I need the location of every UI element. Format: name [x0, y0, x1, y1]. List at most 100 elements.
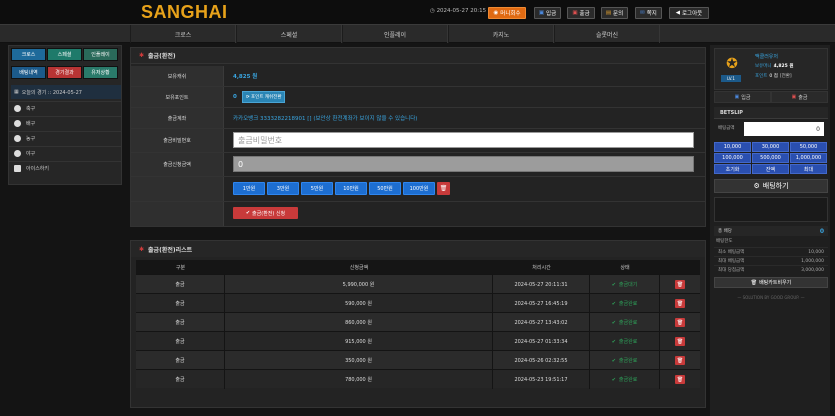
amount-1m-button[interactable]: 100만원 [403, 182, 435, 195]
row-status: ✔ 출금완료 [590, 370, 660, 389]
submit-label [131, 202, 224, 226]
delete-row-button[interactable]: 🗑 [675, 375, 685, 384]
row-amount: 915,000 원 [225, 332, 493, 351]
sport-baseball[interactable]: 야구 [9, 146, 121, 160]
chat-icon: ▤ [605, 10, 612, 16]
star-icon: ✱ [139, 52, 145, 59]
wallet-icon: ▣ [734, 94, 740, 100]
server-clock: ◷ 2024-05-27 20:15 [430, 8, 486, 14]
withdraw-panel-header: ✱ 출금(환전) [131, 48, 705, 64]
tab-inplay[interactable]: 인플레이 [83, 48, 118, 61]
calendar-icon: ▦ [14, 89, 19, 95]
money-recall-button[interactable]: ◉ 머니회수 [488, 7, 526, 19]
row-status: ✔ 출금완료 [590, 351, 660, 370]
bet-button[interactable]: ⚙ 배팅하기 [714, 179, 828, 193]
delete-row-button[interactable]: 🗑 [675, 356, 685, 365]
withdraw-amount-input[interactable]: 0 [233, 156, 694, 172]
quick-500k-button[interactable]: 500,000 [752, 153, 789, 163]
quick-30k-button[interactable]: 30,000 [752, 142, 789, 152]
check-icon: ✔ [611, 376, 616, 383]
withdraw-list-panel: ✱ 출금(환전)리스트 구분 신청금액 처리시간 상태 출금 5,990,000 … [130, 240, 706, 408]
user-name: 맥클러유저 [755, 54, 779, 60]
tab-bet-history[interactable]: 배팅내역 [11, 66, 46, 79]
delete-row-button[interactable]: 🗑 [675, 299, 685, 308]
sidebar-deposit-button[interactable]: ▣ 입금 [714, 91, 771, 103]
nav-cross[interactable]: 크로스 [130, 25, 236, 43]
points-convert-button[interactable]: ⟳ 포인트 캐쉬전환 [241, 91, 286, 103]
inquiry-button[interactable]: ▤ 문의 [601, 7, 628, 19]
withdraw-button[interactable]: ▣ 출금 [567, 7, 595, 19]
tab-user-status[interactable]: 유저상황 [83, 66, 118, 79]
amount-10k-button[interactable]: 1만원 [233, 182, 265, 195]
hockey-icon [14, 165, 21, 172]
deposit-button[interactable]: ▣ 입금 [534, 7, 561, 19]
row-action: 🗑 [660, 370, 700, 389]
nav-casino[interactable]: 카지노 [448, 25, 554, 43]
table-row: 출금 350,000 원 2024-05-26 02:32:55 ✔ 출금완료 🗑 [136, 350, 700, 370]
row-type: 출금 [136, 351, 225, 370]
points-label: 보유포인트 [131, 87, 224, 107]
withdraw-list-header: ✱ 출금(환전)리스트 [131, 241, 705, 257]
amount-50k-button[interactable]: 5만원 [301, 182, 333, 195]
row-amount: 780,000 원 [225, 370, 493, 389]
tab-cross[interactable]: 크로스 [11, 48, 46, 61]
bet-cart [714, 197, 828, 222]
row-action: 🗑 [660, 313, 700, 332]
tab-results[interactable]: 경기결과 [47, 66, 82, 79]
row-action: 🗑 [660, 275, 700, 294]
reset-amount-button[interactable]: 🗑 [437, 182, 450, 195]
point-convert-link[interactable]: [전환] [780, 73, 792, 79]
quick-balance-button[interactable]: 잔액 [752, 164, 789, 174]
amount-500k-button[interactable]: 50만원 [369, 182, 401, 195]
quick-10k-button[interactable]: 10,000 [714, 142, 751, 152]
sport-soccer[interactable]: 축구 [9, 101, 121, 115]
delete-row-button[interactable]: 🗑 [675, 337, 685, 346]
amount-30k-button[interactable]: 3만원 [267, 182, 299, 195]
sidebar-withdraw-button[interactable]: ▣ 출금 [771, 91, 828, 103]
volleyball-icon [14, 120, 21, 127]
withdraw-panel-title: 출금(환전) [148, 53, 176, 60]
clear-cart-button[interactable]: 🗑 배팅카트비우기 [714, 277, 828, 288]
sport-icehockey[interactable]: 아이스하키 [9, 161, 121, 175]
basketball-icon [14, 135, 21, 142]
row-action: 🗑 [660, 294, 700, 313]
tab-special[interactable]: 스페셜 [47, 48, 82, 61]
quick-100k-button[interactable]: 100,000 [714, 153, 751, 163]
sport-basketball[interactable]: 농구 [9, 131, 121, 145]
baseball-icon [14, 150, 21, 157]
quick-50k-button[interactable]: 50,000 [790, 142, 827, 152]
quick-1m-button[interactable]: 1,000,000 [790, 153, 827, 163]
wallet-icon: ▣ [538, 10, 545, 16]
betslip-title: BETSLIP [714, 107, 828, 119]
gears-icon: ⚙ [753, 182, 760, 190]
balance-row: 보유캐쉬 4,825 원 [131, 66, 705, 87]
message-button[interactable]: ✉ 쪽지 [635, 7, 662, 19]
check-icon: ✔ [245, 210, 251, 216]
withdraw-submit-button[interactable]: ✔ 출금(환전) 신청 [233, 207, 298, 219]
amount-label: 출금신청금액 [131, 153, 224, 176]
quick-bet-grid: 10,000 30,000 50,000 100,000 500,000 1,000,00… [714, 142, 828, 176]
amount-100k-button[interactable]: 10만원 [335, 182, 367, 195]
quick-reset-button[interactable]: 초기화 [714, 164, 751, 174]
password-row: 출금비밀번호 출금비밀번호 [131, 129, 705, 153]
table-row: 출금 590,000 원 2024-05-27 16:45:19 ✔ 출금완료 🗑 [136, 293, 700, 313]
nav-special[interactable]: 스페셜 [236, 25, 342, 43]
col-type: 구분 [175, 264, 186, 271]
logout-button[interactable]: ◀ 로그아웃 [669, 7, 709, 19]
withdraw-password-input[interactable]: 출금비밀번호 [233, 132, 694, 148]
bet-limit-label: 배팅한도 [716, 239, 733, 244]
points-row: 보유포인트 0 ⟳ 포인트 캐쉬전환 [131, 87, 705, 108]
delete-row-button[interactable]: 🗑 [675, 318, 685, 327]
nav-inplay[interactable]: 인플레이 [342, 25, 448, 43]
row-action: 🗑 [660, 351, 700, 370]
today-games[interactable]: ▦ 오늘의 경기 :: 2024-05-27 [11, 85, 121, 99]
delete-row-button[interactable]: 🗑 [675, 280, 685, 289]
user-cash: 보유머니 4,825 원 [755, 64, 794, 69]
table-row: 출금 915,000 원 2024-05-27 01:33:34 ✔ 출금완료 🗑 [136, 331, 700, 351]
nav-slot[interactable]: 슬롯머신 [554, 25, 660, 43]
sport-volleyball[interactable]: 배구 [9, 116, 121, 130]
bet-amount-input[interactable]: 0 [744, 122, 824, 136]
quick-max-button[interactable]: 최대 [790, 164, 827, 174]
row-time: 2024-05-27 01:33:34 [493, 332, 590, 351]
site-logo[interactable]: SANGHAI [141, 2, 228, 23]
